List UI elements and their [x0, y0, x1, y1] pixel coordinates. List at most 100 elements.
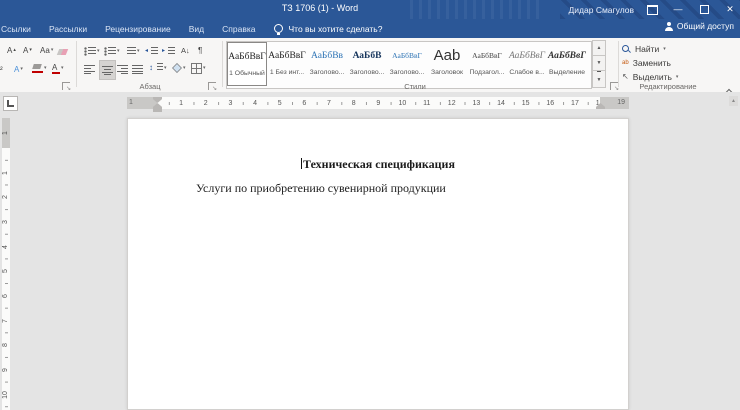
maximize-icon [700, 5, 709, 14]
find-button[interactable]: Найти▾ [622, 43, 666, 55]
maximize-button[interactable] [696, 0, 712, 19]
grow-font-button[interactable]: А▴ [7, 43, 16, 57]
text-highlight-button[interactable]: ▾ [32, 61, 47, 75]
minimize-button[interactable]: — [670, 0, 686, 19]
account-name[interactable]: Дидар Смагулов [569, 5, 634, 15]
multilevel-list-icon [124, 47, 136, 56]
cursor-icon: ↖ [622, 73, 629, 81]
align-center-button[interactable] [99, 60, 116, 80]
borders-icon [191, 63, 202, 74]
line-spacing-icon [149, 63, 163, 73]
group-separator [222, 41, 223, 87]
shading-bucket-icon [172, 63, 182, 73]
group-separator [76, 41, 77, 87]
style-heading3[interactable]: АаБбВвГЗаголово... [387, 42, 427, 86]
tab-spravka[interactable]: Справка [213, 24, 264, 34]
ribbon-display-options-icon [647, 5, 658, 15]
share-button[interactable]: Общий доступ [665, 21, 734, 31]
line-spacing-button[interactable]: ▾ [149, 61, 167, 75]
decrease-indent-icon [145, 47, 158, 56]
ruler-number: 9 [2, 366, 10, 374]
change-case-button[interactable]: Аа▾ [40, 43, 53, 57]
text-effects-button[interactable]: А▾ [14, 62, 23, 76]
style-subtle-emphasis[interactable]: АаБбВвГСлабое в... [507, 42, 547, 86]
sort-button[interactable]: А↓ [181, 43, 190, 57]
align-left-button[interactable] [84, 62, 95, 76]
font-dialog-launcher[interactable] [62, 82, 70, 90]
ruler-number: 2 [2, 193, 10, 201]
horizontal-ruler[interactable]: 1 123456789101112131415161718 19 [127, 97, 629, 109]
ruler-number: 3 [2, 218, 10, 226]
styles-more-button[interactable]: ▼ [592, 70, 606, 88]
bullet-list-icon [84, 47, 96, 56]
tab-rassylki[interactable]: Рассылки [40, 24, 96, 34]
ruler-number: 6 [302, 99, 306, 108]
text-cursor [301, 158, 302, 169]
tab-ssylki[interactable]: Ссылки [0, 24, 40, 34]
borders-button[interactable]: ▾ [191, 61, 206, 75]
replace-button[interactable]: abЗаменить [622, 57, 671, 69]
style-title[interactable]: АabЗаголовок [427, 42, 467, 86]
left-indent-marker[interactable] [153, 109, 162, 112]
ruler-number: 4 [2, 243, 10, 251]
window-title: ТЗ 1706 (1) - Word [0, 3, 640, 13]
shrink-font-button[interactable]: А▾ [23, 43, 32, 57]
shading-button[interactable]: ▾ [172, 61, 186, 75]
highlighter-icon [32, 64, 43, 73]
paragraph-dialog-launcher[interactable] [208, 82, 216, 90]
justify-button[interactable] [132, 62, 143, 76]
ruler-number: 8 [352, 99, 356, 108]
ruler-number: 14 [497, 99, 505, 108]
style-heading2[interactable]: АаБбВЗаголово... [347, 42, 387, 86]
style-normal[interactable]: АаБбВвГ1 Обычный [227, 42, 267, 86]
font-color-button[interactable]: А▾ [52, 61, 64, 75]
eraser-icon [57, 49, 68, 55]
bullets-button[interactable]: ▾ [84, 44, 100, 58]
v-ruler-top-margin: 1 [2, 118, 10, 148]
style-emphasis[interactable]: АаБбВвГВыделение [547, 42, 587, 86]
increase-indent-button[interactable] [162, 44, 175, 58]
ruler-number: 2 [204, 99, 208, 108]
ruler-number: 3 [228, 99, 232, 108]
align-right-icon [117, 65, 128, 74]
superscript-button[interactable]: х² [0, 62, 3, 76]
group-separator [618, 41, 619, 87]
show-marks-button[interactable]: ¶ [198, 43, 202, 57]
styles-scroll-up-button[interactable]: ▲ [592, 40, 606, 56]
document-title-line[interactable]: Техническая спецификация [128, 157, 628, 172]
tab-vid[interactable]: Вид [180, 24, 213, 34]
vertical-ruler[interactable]: 1 12345678910 [2, 118, 10, 410]
style-no-spacing[interactable]: АаБбВвГ1 Без инт... [267, 42, 307, 86]
person-icon [665, 22, 673, 31]
document-body-line[interactable]: Услуги по приобретению сувенирной продук… [128, 181, 628, 196]
document-page[interactable]: Техническая спецификация Услуги по приоб… [127, 118, 629, 410]
h-ruler-typing-area: 123456789101112131415161718 [157, 97, 600, 109]
numbering-button[interactable]: ▾ [104, 44, 120, 58]
ruler-number: 10 [399, 99, 407, 108]
close-button[interactable]: ✕ [722, 0, 738, 19]
styles-scroll-down-button[interactable]: ▼ [592, 55, 606, 71]
tell-me-search[interactable]: Что вы хотите сделать? [288, 24, 382, 34]
align-left-icon [84, 65, 95, 74]
align-center-icon [102, 66, 113, 75]
clear-formatting-button[interactable] [58, 45, 67, 59]
scroll-up-button[interactable]: ▲ [729, 96, 738, 106]
ruler-number: 4 [253, 99, 257, 108]
font-color-icon: А [52, 63, 60, 74]
numbered-list-icon [104, 47, 116, 56]
tab-stop-selector[interactable] [3, 96, 18, 111]
style-heading1[interactable]: АаБбВвЗаголово... [307, 42, 347, 86]
ruler-number: 12 [448, 99, 456, 108]
styles-dialog-launcher[interactable] [610, 82, 618, 90]
ribbon-display-options-button[interactable] [644, 0, 660, 19]
ruler-number: 15 [522, 99, 530, 108]
styles-group-label: Стили [380, 82, 450, 91]
style-subtitle[interactable]: АаБбВвГПодзагол... [467, 42, 507, 86]
tab-recenzirovanie[interactable]: Рецензирование [96, 24, 180, 34]
ruler-number: 16 [546, 99, 554, 108]
align-right-button[interactable] [117, 62, 128, 76]
pilcrow-icon: ¶ [198, 46, 202, 55]
ruler-left-margin: 1 [127, 97, 157, 109]
decrease-indent-button[interactable] [145, 44, 158, 58]
multilevel-list-button[interactable]: ▾ [124, 44, 140, 58]
